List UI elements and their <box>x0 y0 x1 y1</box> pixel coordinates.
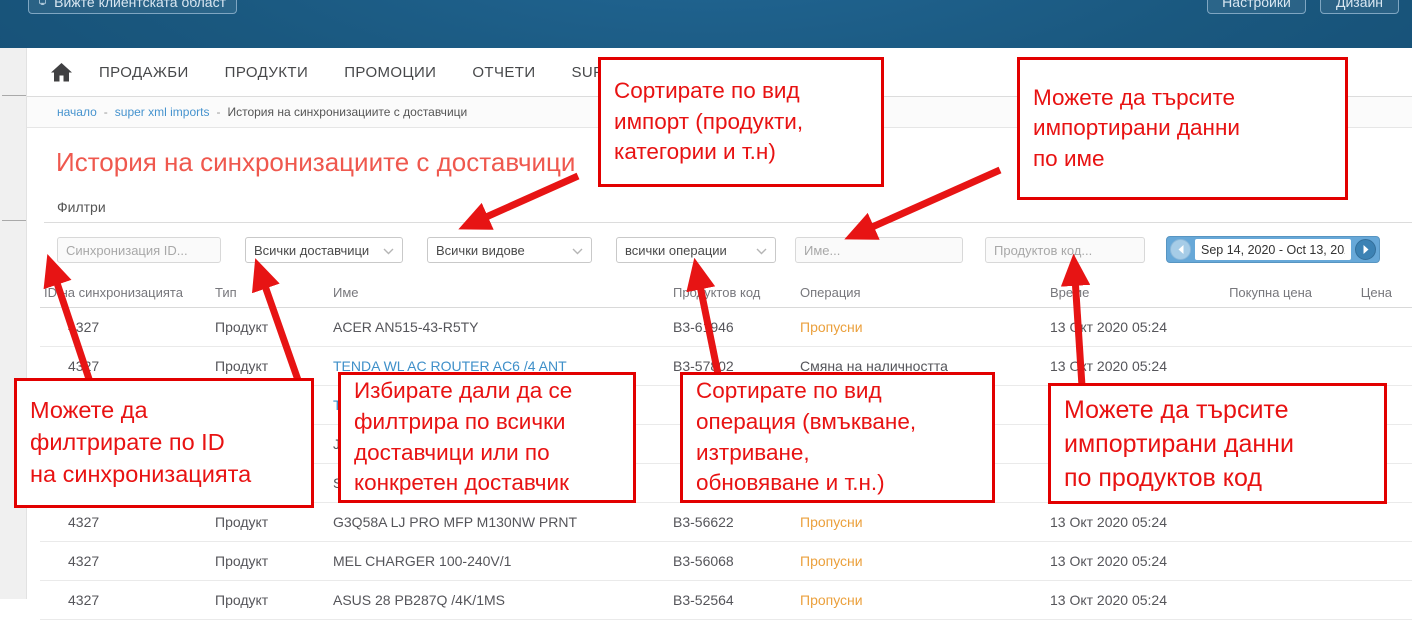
cell-type: Продукт <box>211 308 329 346</box>
cell-time: 13 Окт 2020 05:24 <box>1046 581 1201 619</box>
table-header: ID на синхронизацията Тип Име Продуктов … <box>40 278 1412 308</box>
date-prev-button[interactable] <box>1170 239 1191 260</box>
note-sort-import-type: Сортирате по вид импорт (продукти, катег… <box>598 57 884 187</box>
breadcrumb-section-link[interactable]: super xml imports <box>115 105 210 119</box>
cell-type: Продукт <box>211 542 329 580</box>
breadcrumb-home-link[interactable]: начало <box>57 105 97 119</box>
cell-product-code: B3-56622 <box>669 503 796 541</box>
types-dropdown[interactable]: Всички видове <box>427 237 592 263</box>
topbar: Вижте клиентската област Настройки Дизай… <box>0 0 1412 48</box>
cell-sync-id: 4327 <box>40 308 211 346</box>
table-row: 4327ПродуктACER AN515-43-R5TYB3-61946Про… <box>40 308 1412 347</box>
note-search-by-name: Можете да търсите импортирани данни по и… <box>1017 57 1348 200</box>
chevron-left-icon <box>1178 245 1184 254</box>
col-name: Име <box>329 278 669 307</box>
cell-time: 13 Окт 2020 05:24 <box>1046 347 1201 385</box>
settings-label: Настройки <box>1222 0 1291 10</box>
date-range-input[interactable] <box>1195 239 1351 260</box>
table-row: 4327ПродуктG3Q58A LJ PRO MFP M130NW PRNT… <box>40 503 1412 542</box>
table-row: 4327ПродуктASUS 28 PB287Q /4K/1MSB3-5256… <box>40 581 1412 620</box>
col-type: Тип <box>211 278 329 307</box>
cell-operation: Пропусни <box>796 581 1046 619</box>
cell-operation: Пропусни <box>796 308 1046 346</box>
design-label: Дизайн <box>1336 0 1383 10</box>
chevron-down-icon <box>756 243 767 258</box>
chevron-right-icon <box>1363 245 1369 254</box>
product-code-search-input[interactable] <box>985 237 1145 263</box>
breadcrumb-current: История на синхронизациите с доставчици <box>227 105 467 119</box>
rail-divider <box>2 95 26 96</box>
rail-divider <box>2 220 26 221</box>
col-operation: Операция <box>796 278 1046 307</box>
note-choose-supplier: Избирате дали да се филтрира по всички д… <box>338 372 636 503</box>
arrow-to-types <box>466 176 578 226</box>
view-client-area-button[interactable]: Вижте клиентската област <box>28 0 237 14</box>
col-price: Цена <box>1348 278 1412 307</box>
cell-price <box>1348 308 1412 346</box>
cell-time: 13 Окт 2020 05:24 <box>1046 503 1201 541</box>
cell-time: 13 Окт 2020 05:24 <box>1046 308 1201 346</box>
chevron-down-icon <box>383 243 394 258</box>
chevron-down-icon <box>572 243 583 258</box>
cell-purchase-price <box>1201 503 1348 541</box>
view-client-area-label: Вижте клиентската област <box>54 0 226 10</box>
cell-name: ASUS 28 PB287Q /4K/1MS <box>329 581 669 619</box>
cell-sync-id: 4327 <box>40 503 211 541</box>
note-search-by-code: Можете да търсите импортирани данни по п… <box>1048 383 1387 504</box>
design-button[interactable]: Дизайн <box>1320 0 1399 14</box>
col-purchase-price: Покупна цена <box>1201 278 1348 307</box>
cell-price <box>1348 347 1412 385</box>
cell-price <box>1348 581 1412 619</box>
date-next-button[interactable] <box>1355 239 1376 260</box>
nav-item-reports[interactable]: ОТЧЕТИ <box>472 64 535 81</box>
nav-item-products[interactable]: ПРОДУКТИ <box>225 64 309 81</box>
sync-id-input[interactable] <box>57 237 221 263</box>
nav-item-sales[interactable]: ПРОДАЖБИ <box>99 64 189 81</box>
cell-purchase-price <box>1201 308 1348 346</box>
col-product-code: Продуктов код <box>669 278 796 307</box>
home-icon <box>51 63 72 82</box>
date-range-picker <box>1166 236 1380 263</box>
home-nav-item[interactable] <box>51 63 73 82</box>
monitor-icon <box>39 0 46 9</box>
breadcrumb-separator: - <box>216 105 220 119</box>
types-dropdown-value: Всички видове <box>436 243 525 258</box>
cell-name: ACER AN515-43-R5TY <box>329 308 669 346</box>
col-sync-id: ID на синхронизацията <box>40 278 211 307</box>
cell-sync-id: 4327 <box>40 542 211 580</box>
cell-purchase-price <box>1201 581 1348 619</box>
cell-name: MEL CHARGER 100-240V/1 <box>329 542 669 580</box>
table-row: 4327ПродуктMEL CHARGER 100-240V/1B3-5606… <box>40 542 1412 581</box>
cell-product-code: B3-56068 <box>669 542 796 580</box>
name-search-input[interactable] <box>795 237 963 263</box>
cell-purchase-price <box>1201 347 1348 385</box>
breadcrumb-separator: - <box>104 105 108 119</box>
filters-divider <box>44 222 1412 223</box>
cell-name: G3Q58A LJ PRO MFP M130NW PRNT <box>329 503 669 541</box>
left-rail <box>0 48 27 599</box>
page-title: История на синхронизациите с доставчици <box>56 147 575 178</box>
operations-dropdown[interactable]: всички операции <box>616 237 776 263</box>
cell-time: 13 Окт 2020 05:24 <box>1046 542 1201 580</box>
cell-product-code: B3-52564 <box>669 581 796 619</box>
cell-price <box>1348 503 1412 541</box>
suppliers-dropdown[interactable]: Всички доставчици <box>245 237 403 263</box>
filters-label: Филтри <box>57 199 106 215</box>
note-sort-operation: Сортирате по вид операция (вмъкване, изт… <box>680 372 995 503</box>
cell-purchase-price <box>1201 542 1348 580</box>
cell-operation: Пропусни <box>796 503 1046 541</box>
settings-button[interactable]: Настройки <box>1207 0 1306 14</box>
cell-type: Продукт <box>211 503 329 541</box>
col-time: Време <box>1046 278 1201 307</box>
cell-operation: Пропусни <box>796 542 1046 580</box>
note-filter-by-id: Можете да филтрирате по ID на синхрониза… <box>14 378 314 508</box>
cell-product-code: B3-61946 <box>669 308 796 346</box>
admin-sync-history-page: Вижте клиентската област Настройки Дизай… <box>0 0 1412 599</box>
cell-sync-id: 4327 <box>40 581 211 619</box>
operations-dropdown-value: всички операции <box>625 243 727 258</box>
cell-price <box>1348 542 1412 580</box>
cell-type: Продукт <box>211 581 329 619</box>
suppliers-dropdown-value: Всички доставчици <box>254 243 369 258</box>
nav-item-promotions[interactable]: ПРОМОЦИИ <box>344 64 436 81</box>
